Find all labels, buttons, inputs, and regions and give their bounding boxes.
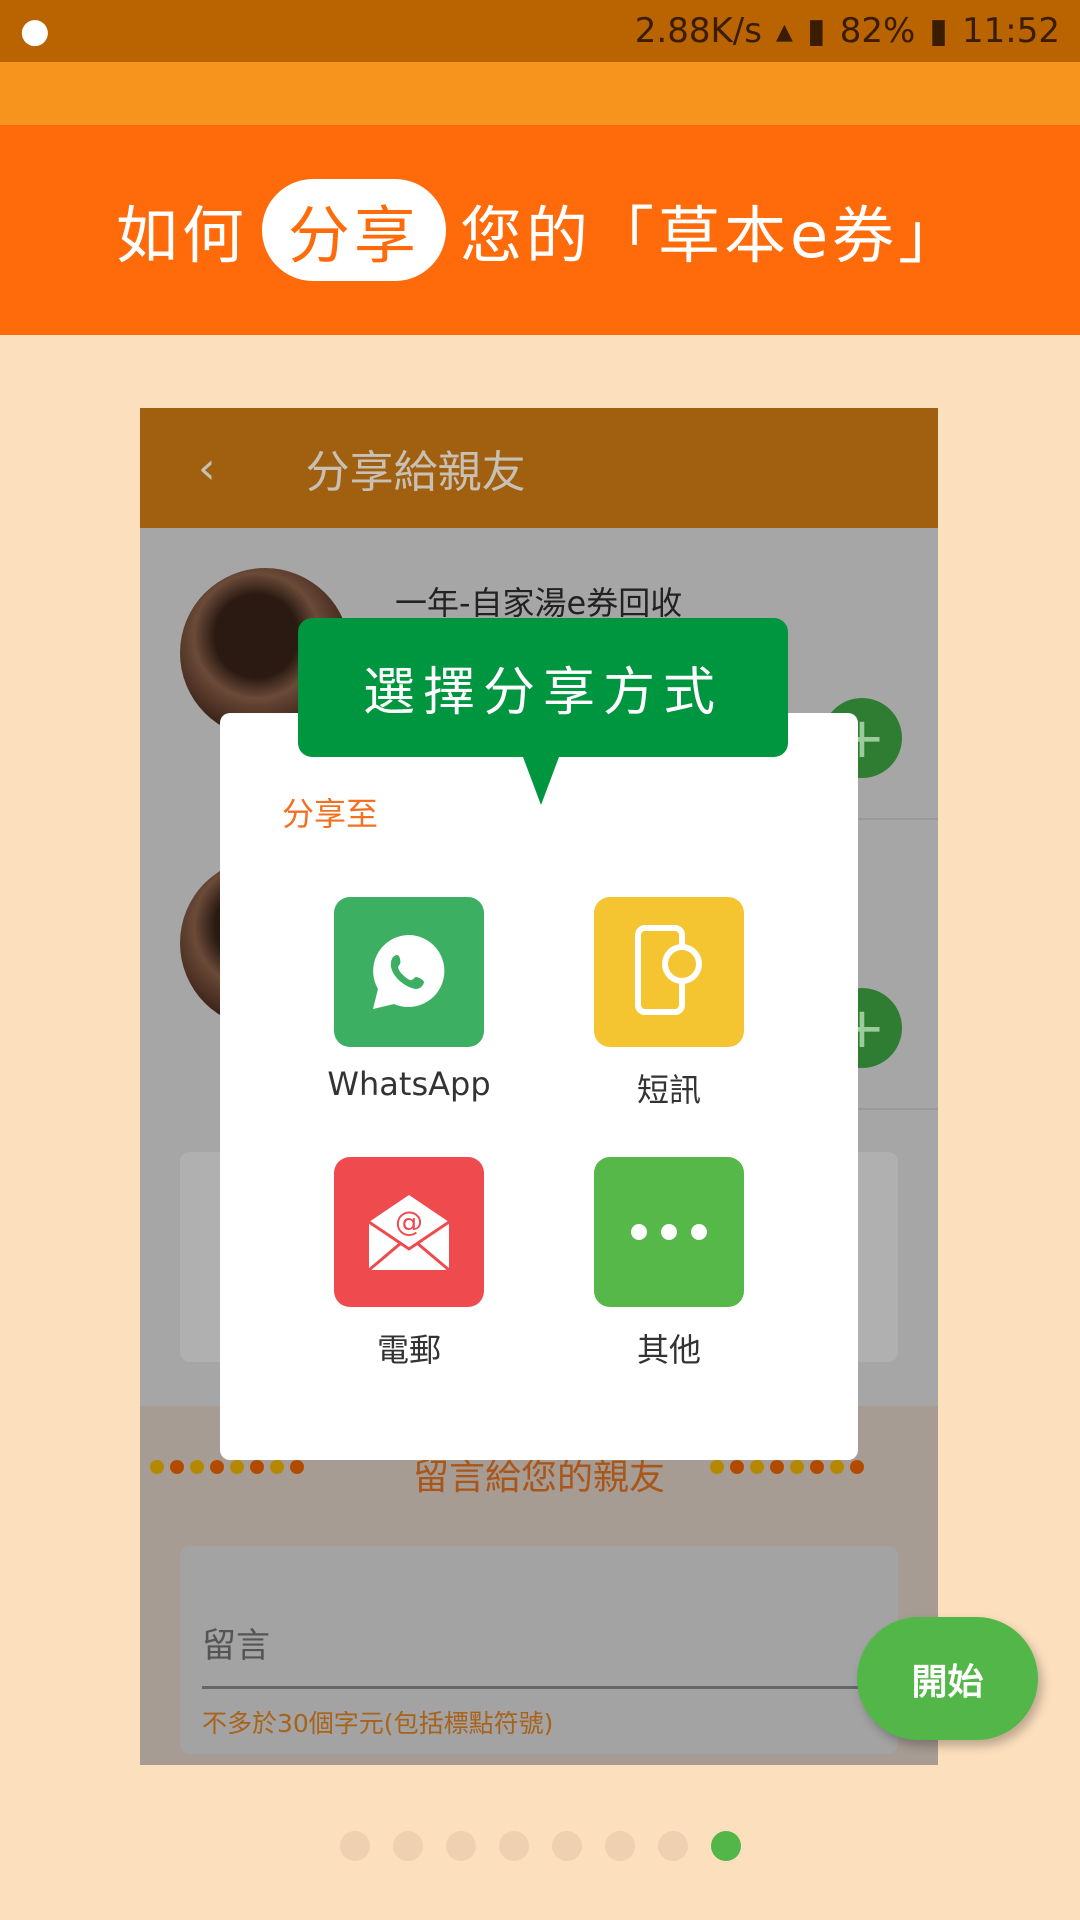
page-dot[interactable] bbox=[446, 1831, 476, 1861]
option-label: 其他 bbox=[636, 1331, 701, 1369]
page-dot[interactable] bbox=[552, 1831, 582, 1861]
network-speed: 2.88K/s bbox=[634, 11, 762, 51]
page-dot-active[interactable] bbox=[711, 1831, 741, 1861]
mockup-toolbar: ‹ 分享給親友 bbox=[140, 408, 938, 528]
battery-percent: 82% bbox=[839, 11, 916, 51]
whatsapp-icon bbox=[334, 897, 484, 1047]
page-indicator bbox=[340, 1831, 741, 1861]
chevron-left-icon: ‹ bbox=[198, 442, 216, 494]
share-sms-button[interactable]: 短訊 bbox=[594, 897, 744, 1111]
tooltip-callout: 選擇分享方式 bbox=[298, 618, 788, 805]
message-hint: 不多於30個字元(包括標點符號) bbox=[202, 1709, 554, 1738]
share-email-button[interactable]: @ 電郵 bbox=[334, 1157, 484, 1371]
svg-text:@: @ bbox=[395, 1205, 423, 1238]
title-suffix: 您的「草本e券」 bbox=[459, 199, 965, 272]
start-button[interactable]: 開始 bbox=[857, 1617, 1038, 1740]
email-icon: @ bbox=[334, 1157, 484, 1307]
input-underline bbox=[202, 1686, 878, 1689]
battery-icon: ▮ bbox=[929, 11, 949, 51]
title-prefix: 如何 bbox=[115, 199, 248, 272]
app-notification-icon: ● bbox=[20, 11, 50, 51]
page-dot[interactable] bbox=[605, 1831, 635, 1861]
more-icon bbox=[594, 1157, 744, 1307]
message-label: 留言 bbox=[202, 1626, 270, 1666]
page-dot[interactable] bbox=[393, 1831, 423, 1861]
dialog-title: 分享至 bbox=[282, 795, 379, 833]
signal-icon: ▮ bbox=[807, 11, 826, 51]
clock: 11:52 bbox=[962, 11, 1060, 51]
page-dot[interactable] bbox=[499, 1831, 529, 1861]
message-input: 留言 不多於30個字元(包括標點符號) bbox=[180, 1546, 898, 1754]
title-highlight: 分享 bbox=[261, 179, 446, 281]
option-label: 電郵 bbox=[376, 1331, 441, 1369]
mockup-title: 分享給親友 bbox=[305, 447, 526, 498]
share-dialog: 分享至 WhatsApp 短訊 @ 電郵 其他 bbox=[220, 713, 858, 1460]
option-label: 短訊 bbox=[636, 1071, 701, 1109]
accent-strip bbox=[0, 62, 1080, 125]
sms-icon bbox=[594, 897, 744, 1047]
status-bar: ● 2.88K/s ▴ ▮ 82% ▮ 11:52 bbox=[0, 0, 1080, 62]
share-whatsapp-button[interactable]: WhatsApp bbox=[327, 897, 491, 1103]
wifi-icon: ▴ bbox=[775, 11, 793, 51]
page-dot[interactable] bbox=[340, 1831, 370, 1861]
share-other-button[interactable]: 其他 bbox=[594, 1157, 744, 1371]
option-label: WhatsApp bbox=[327, 1065, 491, 1103]
page-dot[interactable] bbox=[658, 1831, 688, 1861]
decorative-dots bbox=[710, 1460, 864, 1474]
page-title: 如何 分享 您的「草本e券」 bbox=[0, 125, 1080, 335]
